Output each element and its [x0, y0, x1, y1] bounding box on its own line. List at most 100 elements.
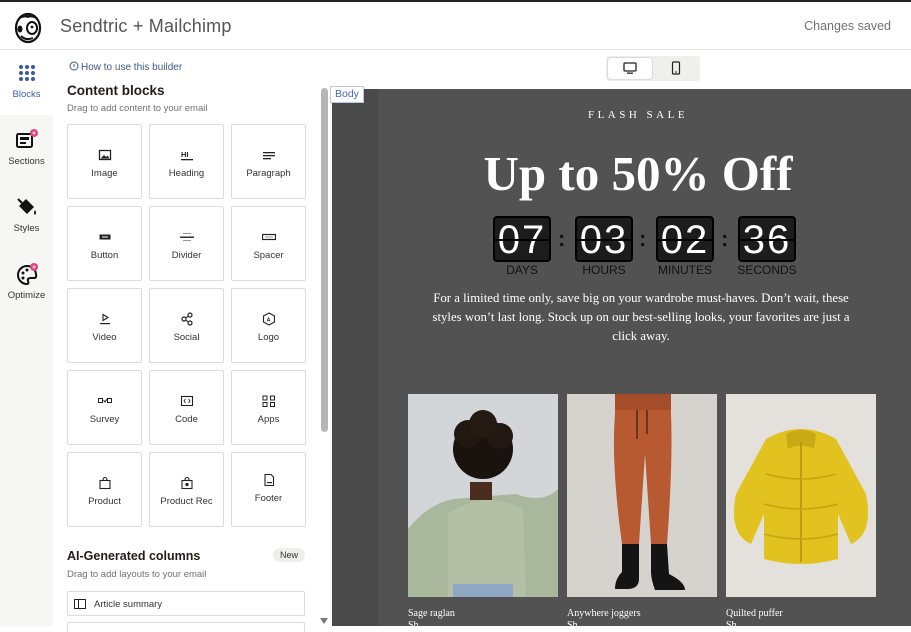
block-label: Logo [257, 332, 280, 343]
ai-columns-subtitle: Drag to add layouts to your email [67, 569, 207, 580]
block-product[interactable]: Product [67, 452, 142, 527]
countdown-separator: : [721, 226, 729, 251]
block-label: Article summary [94, 599, 163, 610]
body-section-tag[interactable]: Body [330, 86, 364, 103]
block-spacer[interactable]: Spacer [231, 206, 306, 281]
block-product-rec[interactable]: Product Rec [149, 452, 224, 527]
countdown-label: HOURS [582, 263, 626, 277]
block-label: Footer [254, 493, 283, 504]
block-image[interactable]: Image [67, 124, 142, 199]
countdown-seconds: 36 SECONDS [737, 216, 797, 277]
countdown-label: MINUTES [658, 263, 712, 277]
panel-scrollbar[interactable] [319, 88, 329, 626]
divider-icon [179, 233, 194, 241]
block-code[interactable]: Code [149, 370, 224, 445]
desktop-view-button[interactable] [608, 58, 652, 79]
product-card[interactable]: Quilted puffer Sh [726, 394, 876, 626]
block-heading[interactable]: HI Heading [149, 124, 224, 199]
product-card[interactable]: Anywhere joggers Sh [567, 394, 717, 626]
product-icon [98, 476, 111, 490]
product-name: Quilted puffer [726, 608, 783, 619]
product-card[interactable]: Sage raglan Sh [408, 394, 558, 626]
dots-grid-icon [18, 65, 35, 81]
countdown-value: 07 [493, 216, 551, 262]
quilted-puffer-photo [726, 394, 876, 597]
block-label: Social [173, 332, 200, 343]
product-subtext: Sh [408, 620, 419, 626]
image-icon [98, 149, 111, 161]
app-title: Sendtric + Mailchimp [60, 16, 232, 36]
product-name: Sage raglan [408, 608, 455, 619]
anywhere-joggers-photo [567, 394, 717, 597]
mobile-view-button[interactable] [654, 58, 698, 79]
svg-text:A: A [266, 318, 270, 324]
product-name: Anywhere joggers [567, 608, 641, 619]
device-toggle [606, 56, 700, 81]
countdown-hours: 03 HOURS [574, 216, 634, 277]
email-canvas[interactable]: FLASH SALE Up to 50% Off 07 DAYS : 03 HO… [332, 89, 911, 626]
how-to-link[interactable]: How to use this builder [69, 61, 182, 73]
countdown-label: DAYS [506, 263, 538, 277]
new-badge: New [272, 548, 305, 562]
rail-label: Sections [8, 156, 45, 167]
article-icon [74, 599, 86, 609]
sage-raglan-photo [408, 394, 558, 597]
logo-icon: A [262, 312, 275, 326]
block-divider[interactable]: Divider [149, 206, 224, 281]
button-icon [99, 234, 110, 240]
scrollbar-thumb[interactable] [321, 88, 328, 432]
block-social[interactable]: Social [149, 288, 224, 363]
rail-label: Blocks [12, 89, 41, 100]
countdown-days: 07 DAYS [492, 216, 552, 277]
block-logo[interactable]: A Logo [231, 288, 306, 363]
countdown-separator: : [639, 226, 647, 251]
rail-item-optimize[interactable]: Optimize [0, 252, 53, 316]
code-icon [180, 395, 193, 407]
rail-item-styles[interactable]: Styles [0, 185, 53, 249]
block-footer[interactable]: Footer [231, 452, 306, 527]
survey-icon [97, 398, 112, 403]
preview-toolbar [330, 51, 911, 89]
rail-item-blocks[interactable]: Blocks [0, 51, 53, 115]
countdown-minutes: 02 MINUTES [655, 216, 715, 277]
block-next-item[interactable] [67, 622, 305, 632]
block-video[interactable]: Video [67, 288, 142, 363]
paragraph-icon [262, 152, 275, 160]
block-paragraph[interactable]: Paragraph [231, 124, 306, 199]
product-subtext: Sh [726, 620, 737, 626]
countdown-value: 02 [656, 216, 714, 262]
block-survey[interactable]: Survey [67, 370, 142, 445]
scroll-down-arrow-icon[interactable] [320, 618, 328, 624]
countdown-label: SECONDS [737, 263, 797, 277]
apps-icon [262, 395, 275, 407]
block-label: Survey [89, 414, 120, 425]
promo-text[interactable]: For a limited time only, save big on you… [426, 289, 856, 346]
heading-icon: HI [180, 150, 193, 161]
rail-label: Optimize [7, 290, 46, 301]
desktop-icon [623, 62, 637, 74]
social-icon [180, 312, 193, 326]
mobile-icon [671, 61, 681, 75]
flash-sale-eyebrow[interactable]: FLASH SALE [332, 109, 911, 121]
panel-title: Content blocks [67, 83, 165, 98]
help-icon [69, 61, 79, 71]
sections-icon [15, 129, 38, 148]
ai-columns-title: AI-Generated columns [67, 549, 201, 563]
block-label: Spacer [253, 250, 284, 261]
block-button[interactable]: Button [67, 206, 142, 281]
rail-item-sections[interactable]: Sections [0, 118, 53, 182]
email-headline[interactable]: Up to 50% Off [332, 145, 911, 202]
left-nav-rail: Blocks Sections Styles Optimize [0, 51, 53, 626]
countdown-timer[interactable]: 07 DAYS : 03 HOURS : 02 MINUTES : 36 SEC… [492, 216, 802, 277]
top-bar: Sendtric + Mailchimp Changes saved [0, 0, 911, 50]
block-label: Button [90, 250, 119, 261]
block-article-summary[interactable]: Article summary [67, 591, 305, 616]
countdown-separator: : [558, 226, 566, 251]
block-label: Product Rec [160, 496, 213, 507]
mailchimp-logo-icon[interactable] [12, 10, 44, 44]
countdown-value: 36 [738, 216, 796, 262]
panel-subtitle: Drag to add content to your email [67, 103, 208, 114]
footer-icon [263, 473, 274, 487]
block-apps[interactable]: Apps [231, 370, 306, 445]
block-label: Code [175, 414, 198, 425]
